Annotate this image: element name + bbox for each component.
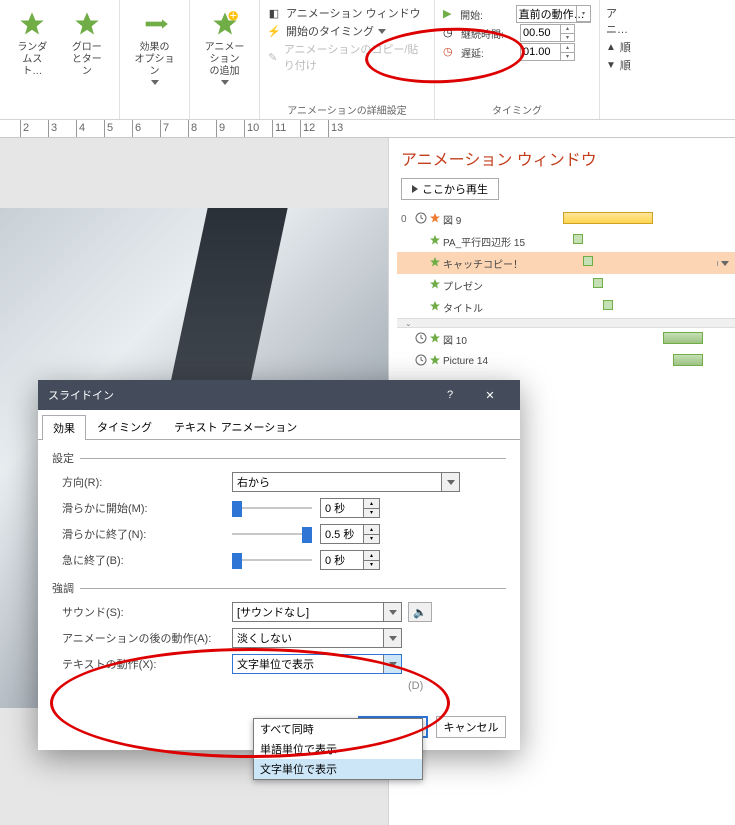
animate-text-dropdown[interactable]: すべて同時単語単位で表示文字単位で表示 xyxy=(253,718,423,780)
help-button[interactable]: ? xyxy=(430,380,470,410)
bounce-end-slider[interactable] xyxy=(232,550,312,570)
speaker-icon: 🔈 xyxy=(413,606,427,619)
add-animation-button[interactable]: + アニメーション の追加 xyxy=(196,4,253,89)
smooth-start-label: 滑らかに開始(M): xyxy=(62,500,232,516)
percent-delay-label: (D) xyxy=(408,680,423,692)
smooth-start-spinner[interactable]: 0 秒▴▾ xyxy=(320,498,380,518)
start-combo[interactable]: 直前の動作… ▾ xyxy=(516,5,591,23)
smooth-end-slider[interactable] xyxy=(232,524,312,544)
animation-list-item[interactable]: プレゼン xyxy=(397,274,735,296)
trigger-button[interactable]: ⚡ 開始のタイミング xyxy=(266,22,428,40)
animation-list-item[interactable]: Picture 14 xyxy=(397,350,735,372)
after-animation-label: アニメーションの後の動作(A): xyxy=(62,630,232,646)
bounce-end-label: 急に終了(B): xyxy=(62,552,232,568)
smooth-end-label: 滑らかに終了(N): xyxy=(62,526,232,542)
animation-painter-button: ✎ アニメーションのコピー/貼り付け xyxy=(266,40,428,74)
chevron-down-icon xyxy=(151,80,159,85)
animation-pane-title: アニメーション ウィンドウ xyxy=(401,146,735,170)
painter-icon: ✎ xyxy=(266,49,280,65)
move-earlier-button[interactable]: ▲ 順 xyxy=(606,38,629,56)
sound-label: サウンド(S): xyxy=(62,604,232,620)
after-animation-combo[interactable]: 淡くしない xyxy=(232,628,402,648)
animation-list-item[interactable]: 図 10 xyxy=(397,328,735,350)
play-icon xyxy=(412,185,418,193)
ribbon: ランダムスト… グローとターン 効果の オプション + アニメーション の追加 … xyxy=(0,0,735,120)
dropdown-option[interactable]: 単語単位で表示 xyxy=(254,739,422,759)
duration-spinner[interactable]: 00.50 ▴▾ xyxy=(520,24,575,42)
reorder-header: アニ… xyxy=(606,4,629,38)
dialog-tab[interactable]: テキスト アニメーション xyxy=(163,414,308,439)
close-button[interactable]: ✕ xyxy=(470,380,510,410)
animate-text-label: テキストの動作(X): xyxy=(62,656,232,672)
direction-label: 方向(R): xyxy=(62,474,232,490)
pane-icon: ◧ xyxy=(266,5,282,21)
smooth-end-spinner[interactable]: 0.5 秒▴▾ xyxy=(320,524,380,544)
clock-icon: ◷ xyxy=(443,26,457,40)
chevron-down-icon[interactable] xyxy=(717,261,731,266)
settings-group-label: 設定 xyxy=(52,450,506,466)
ruler: 2345678910111213 xyxy=(0,120,735,138)
chevron-down-icon xyxy=(221,80,229,85)
enhance-group-label: 強調 xyxy=(52,580,506,596)
cancel-button[interactable]: キャンセル xyxy=(436,716,506,738)
bounce-end-spinner[interactable]: 0 秒▴▾ xyxy=(320,550,380,570)
trigger-icon: ⚡ xyxy=(266,23,282,39)
direction-combo[interactable]: 右から xyxy=(232,472,460,492)
dialog-tab[interactable]: タイミング xyxy=(86,414,163,439)
animation-list-item[interactable]: PA_平行四辺形 15 xyxy=(397,230,735,252)
animation-list-item[interactable]: 0 図 9 xyxy=(397,208,735,230)
animate-text-combo[interactable]: 文字単位で表示 xyxy=(232,654,402,674)
animation-gallery-item[interactable]: ランダムスト… xyxy=(6,4,59,82)
collapse-toggle[interactable]: ⌄ xyxy=(397,318,735,328)
animation-list-item[interactable]: キャッチコピー！ xyxy=(397,252,735,274)
animation-pane-button[interactable]: ◧ アニメーション ウィンドウ xyxy=(266,4,428,22)
play-from-button[interactable]: ここから再生 xyxy=(401,178,499,200)
sound-volume-button[interactable]: 🔈 xyxy=(408,602,432,622)
dialog-tab[interactable]: 効果 xyxy=(42,415,86,440)
dialog-tabs: 効果タイミングテキスト アニメーション xyxy=(38,410,520,440)
dialog-titlebar: スライドイン ? ✕ xyxy=(38,380,520,410)
svg-text:+: + xyxy=(229,10,237,22)
effect-options-dialog: スライドイン ? ✕ 効果タイミングテキスト アニメーション 設定 方向(R):… xyxy=(38,380,520,750)
smooth-start-slider[interactable] xyxy=(232,498,312,518)
chevron-down-icon xyxy=(378,29,386,34)
dialog-title: スライドイン xyxy=(48,387,114,403)
dropdown-option[interactable]: すべて同時 xyxy=(254,719,422,739)
sound-combo[interactable]: [サウンドなし] xyxy=(232,602,402,622)
dropdown-option[interactable]: 文字単位で表示 xyxy=(254,759,422,779)
delay-icon: ◷ xyxy=(443,45,457,59)
chevron-down-icon[interactable]: ▾ xyxy=(576,6,590,22)
animation-gallery-item[interactable]: グローとターン xyxy=(61,4,113,82)
move-later-button[interactable]: ▼ 順 xyxy=(606,56,629,74)
delay-spinner[interactable]: 01.00 ▴▾ xyxy=(520,43,575,61)
effect-options-button[interactable]: 効果の オプション xyxy=(126,4,183,89)
play-icon: ▶ xyxy=(443,7,456,21)
animation-list-item[interactable]: タイトル xyxy=(397,296,735,318)
